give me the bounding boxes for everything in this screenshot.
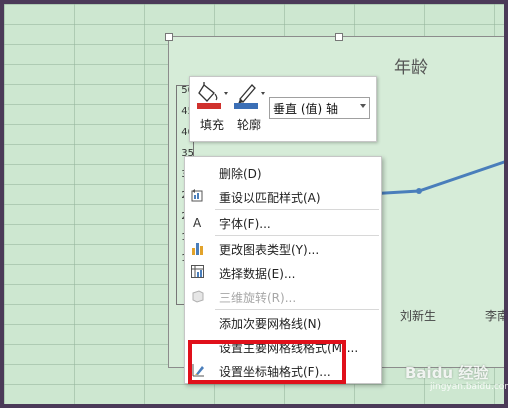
menu-separator (215, 209, 379, 210)
menu-item-label: 更改图表类型(Y)... (219, 243, 320, 257)
chart-element-value: 垂直 (值) 轴 (273, 102, 338, 116)
menu-item-label: 添加次要网格线(N) (219, 317, 322, 331)
chart-element-select[interactable]: 垂直 (值) 轴 (269, 97, 370, 119)
outline-button[interactable]: 轮廓 (232, 81, 266, 135)
menu-item-font[interactable]: A 字体(F)... (185, 211, 381, 234)
select-data-icon (191, 265, 204, 278)
data-point (416, 188, 422, 194)
menu-item-delete[interactable]: 删除(D) (185, 161, 381, 184)
reset-style-icon (191, 189, 203, 202)
x-label-2: 李南 (485, 309, 504, 323)
menu-item-label: 三维旋转(R)... (219, 291, 297, 305)
bar-chart-icon (192, 243, 203, 255)
menu-item-3d-rotation[interactable]: 三维旋转(R)... (185, 285, 381, 308)
watermark-url: jingyan.baidu.com (430, 382, 508, 392)
menu-item-label: 字体(F)... (219, 217, 271, 231)
menu-item-add-minor-gridlines[interactable]: 添加次要网格线(N) (185, 311, 381, 334)
menu-item-select-data[interactable]: 选择数据(E)... (185, 261, 381, 284)
chevron-down-icon (360, 104, 366, 108)
menu-separator (215, 309, 379, 310)
fill-button[interactable]: 填充 (195, 81, 229, 135)
fill-label: 填充 (199, 118, 224, 132)
font-icon: A (193, 216, 202, 229)
highlight-box (188, 340, 346, 384)
watermark-brand: Baidu 经验 (405, 364, 489, 382)
menu-separator (215, 235, 379, 236)
svg-text:A: A (193, 216, 202, 229)
menu-item-label: 重设以匹配样式(A) (219, 191, 321, 205)
menu-item-label: 删除(D) (219, 167, 262, 181)
mini-toolbar: 填充 轮廓 垂直 (值) 轴 (189, 76, 377, 142)
series-line (368, 160, 504, 196)
menu-item-label: 选择数据(E)... (219, 267, 296, 281)
menu-item-change-chart-type[interactable]: 更改图表类型(Y)... (185, 237, 381, 260)
outline-pen-icon (234, 84, 265, 109)
outline-label: 轮廓 (236, 118, 261, 132)
fill-bucket-icon (197, 82, 228, 109)
x-label-1: 刘新生 (400, 309, 437, 323)
3d-rotation-icon (192, 290, 204, 303)
menu-item-reset-style[interactable]: 重设以匹配样式(A) (185, 185, 381, 208)
